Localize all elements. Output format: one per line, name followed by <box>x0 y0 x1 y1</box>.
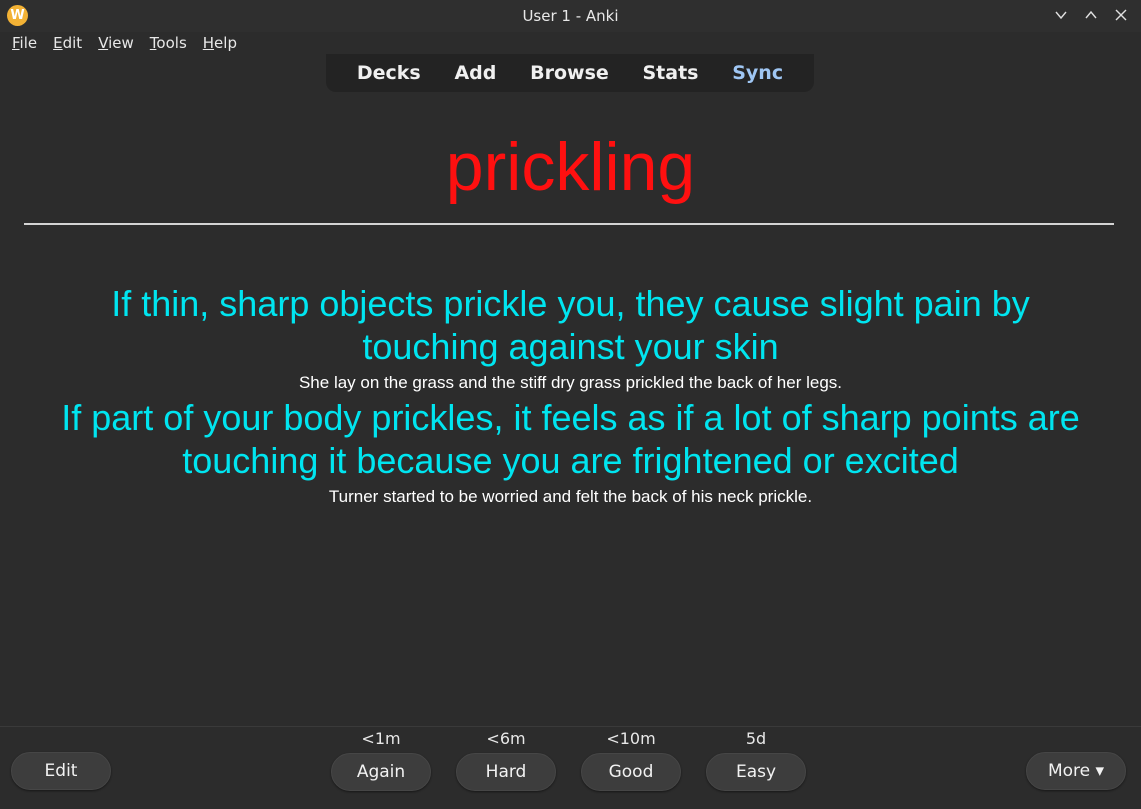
minimize-button[interactable] <box>1051 4 1071 26</box>
definition-1-line-2: touching against your skin <box>362 326 779 367</box>
card-view: prickling If thin, sharp objects prickle… <box>0 92 1141 726</box>
nav-stats[interactable]: Stats <box>643 62 699 84</box>
chevron-down-icon <box>1055 11 1067 20</box>
good-interval: <10m <box>606 729 656 748</box>
anki-window: W User 1 - Anki File Edit View Tools Hel… <box>0 0 1141 809</box>
app-icon[interactable]: W <box>7 5 28 26</box>
menu-view-accel: V <box>98 34 109 52</box>
nav-browse[interactable]: Browse <box>530 62 609 84</box>
again-button[interactable]: Again <box>331 753 431 791</box>
menu-tools[interactable]: Tools <box>142 34 195 52</box>
menu-edit-label: dit <box>62 34 83 52</box>
menu-file[interactable]: File <box>4 34 45 52</box>
answer-easy: 5d Easy <box>706 729 806 791</box>
window-controls <box>1051 4 1131 26</box>
more-button[interactable]: More ▾ <box>1026 752 1126 790</box>
top-nav: Decks Add Browse Stats Sync <box>326 54 814 92</box>
close-icon <box>1115 9 1127 21</box>
definition-2: If part of your body prickles, it feels … <box>20 396 1121 482</box>
maximize-button[interactable] <box>1081 4 1101 26</box>
menu-edit-accel: E <box>53 34 63 52</box>
menu-view[interactable]: View <box>90 34 142 52</box>
menu-view-label: iew <box>108 34 134 52</box>
chevron-up-icon <box>1085 10 1097 19</box>
window-title: User 1 - Anki <box>522 7 619 25</box>
good-button[interactable]: Good <box>581 753 681 791</box>
menu-help-label: elp <box>214 34 237 52</box>
answer-hard: <6m Hard <box>456 729 556 791</box>
card-front-word: prickling <box>445 129 696 205</box>
hard-button[interactable]: Hard <box>456 753 556 791</box>
example-1: She lay on the grass and the stiff dry g… <box>298 373 843 392</box>
menu-file-label: ile <box>19 34 38 52</box>
title-bar: W User 1 - Anki <box>0 0 1141 32</box>
menu-file-accel: F <box>12 34 20 52</box>
definition-2-line-1: If part of your body prickles, it feels … <box>61 397 1080 438</box>
hard-interval: <6m <box>486 729 526 748</box>
answer-again: <1m Again <box>331 729 431 791</box>
easy-interval: 5d <box>745 729 767 748</box>
answer-good: <10m Good <box>581 729 681 791</box>
answer-bar: Edit <1m Again <6m Hard <10m Good 5d Eas… <box>0 726 1141 809</box>
close-button[interactable] <box>1111 4 1131 26</box>
menu-help[interactable]: Help <box>195 34 245 52</box>
menu-edit[interactable]: Edit <box>45 34 90 52</box>
definition-1-line-1: If thin, sharp objects prickle you, they… <box>111 283 1030 324</box>
example-2: Turner started to be worried and felt th… <box>328 487 813 506</box>
menu-tools-label: ools <box>156 34 187 52</box>
nav-decks[interactable]: Decks <box>357 62 421 84</box>
again-interval: <1m <box>361 729 401 748</box>
menu-bar: File Edit View Tools Help <box>0 32 1141 54</box>
card-divider <box>24 223 1114 225</box>
menu-help-accel: H <box>202 34 215 52</box>
definition-1: If thin, sharp objects prickle you, they… <box>20 282 1121 368</box>
definition-2-line-2: touching it because you are frightened o… <box>182 440 959 481</box>
nav-sync[interactable]: Sync <box>732 62 783 84</box>
easy-button[interactable]: Easy <box>706 753 806 791</box>
nav-add[interactable]: Add <box>454 62 496 84</box>
edit-button[interactable]: Edit <box>11 752 111 790</box>
